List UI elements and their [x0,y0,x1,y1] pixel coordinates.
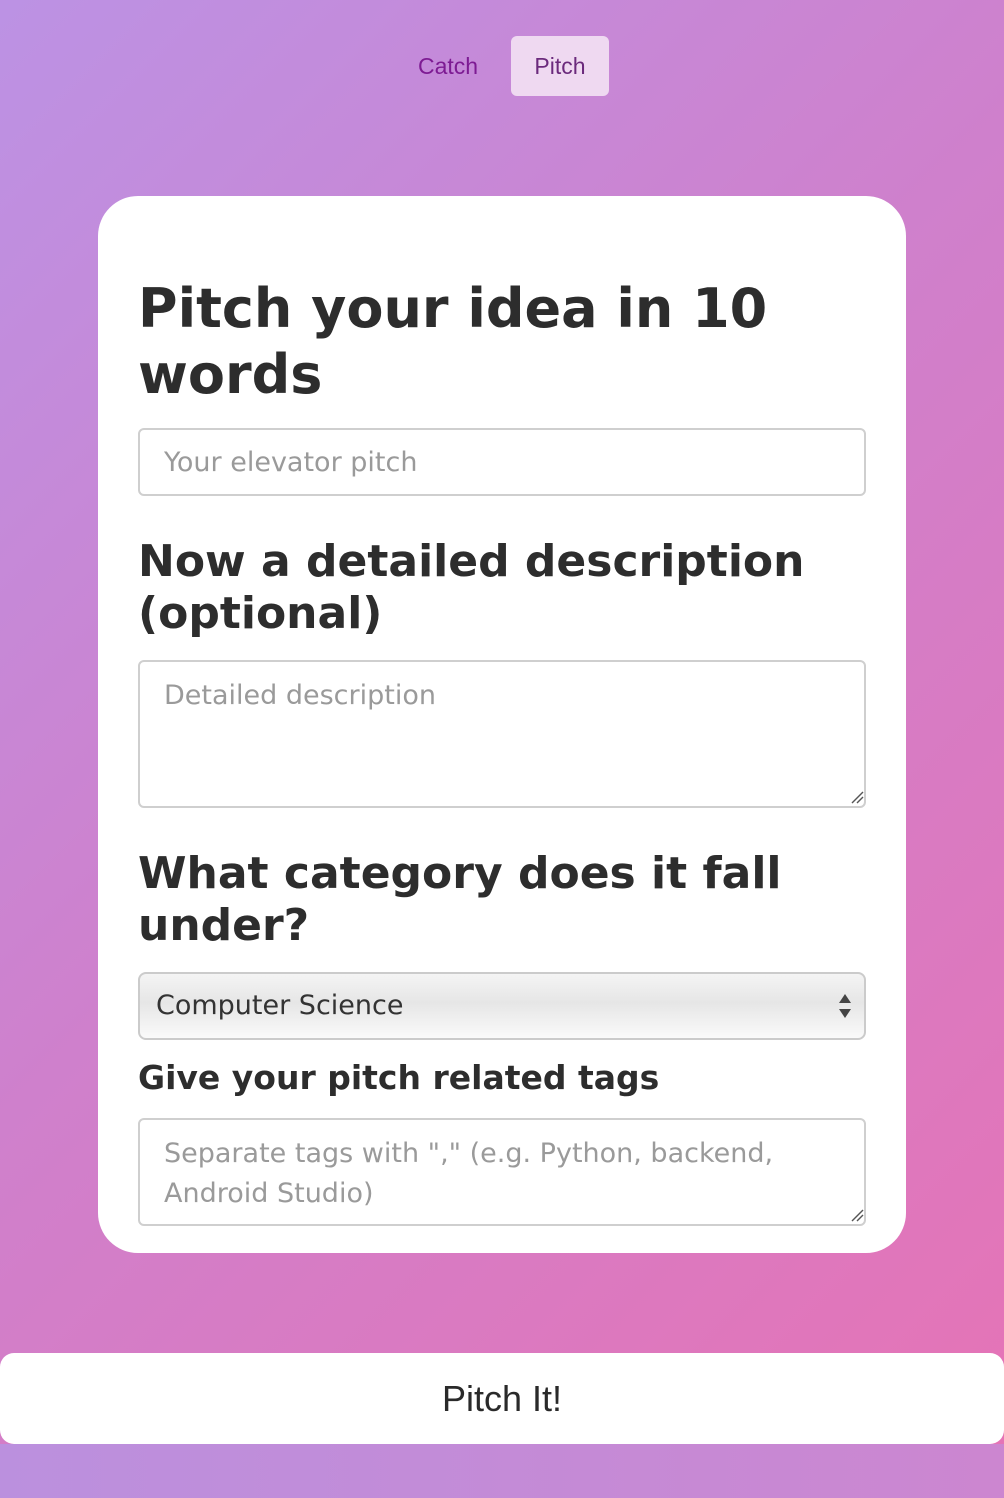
pitch-heading: Pitch your idea in 10 words [138,277,768,406]
top-nav: Catch Pitch [0,36,1004,96]
description-heading: Now a detailed description (optional) [138,536,805,639]
pitch-form-card: Pitch your idea in 10 words Now a detail… [98,196,906,1253]
pitch-it-button[interactable]: Pitch It! [0,1353,1004,1444]
tags-heading: Give your pitch related tags [138,1058,660,1097]
description-textarea[interactable] [138,660,866,808]
category-heading: What category does it fall under? [138,848,782,951]
tags-textarea[interactable] [138,1118,866,1226]
pitch-input[interactable] [138,428,866,496]
page-background-band [0,1444,1004,1498]
tab-pitch[interactable]: Pitch [511,36,609,96]
tab-catch[interactable]: Catch [404,36,492,96]
up-down-arrows-icon [839,994,851,1018]
category-selected-value: Computer Science [156,990,404,1021]
category-select[interactable]: Computer Science [138,972,866,1040]
